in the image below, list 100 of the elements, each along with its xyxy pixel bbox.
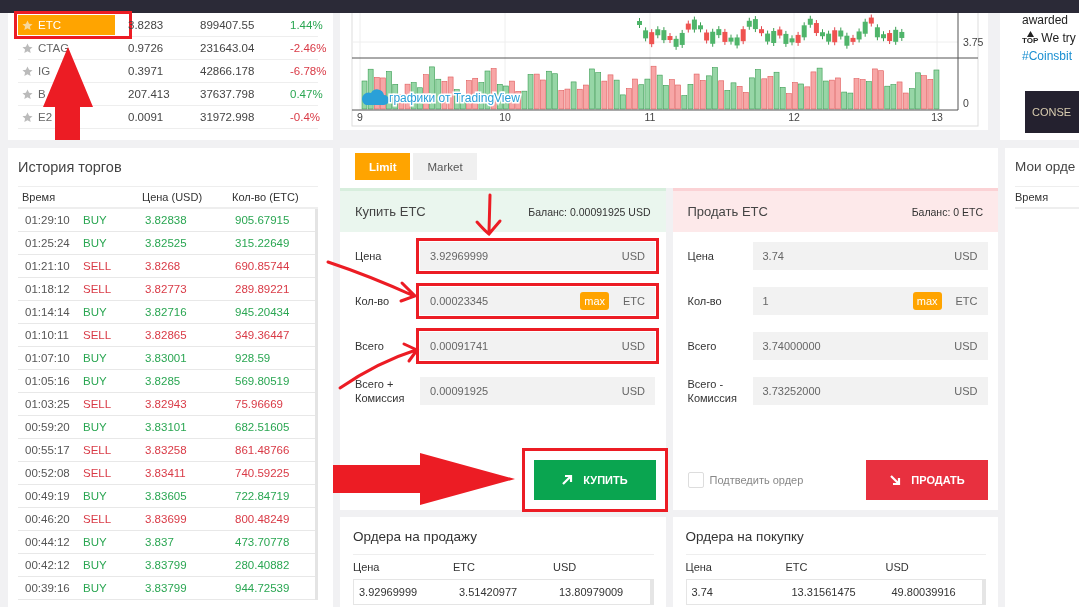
market-volume: 37637.798 (200, 88, 256, 100)
form-title: Купить ETC (355, 204, 426, 219)
trade-price: 3.82773 (145, 283, 188, 295)
field-value: 3.73252000 (762, 385, 822, 397)
axis-label: 11 (644, 111, 656, 123)
trade-time: 00:55:17 (25, 444, 71, 456)
axis-label: 3.75 (963, 36, 984, 48)
buy-button[interactable]: КУПИТЬ (533, 460, 656, 500)
trade-side: SELL (83, 398, 113, 410)
star-icon[interactable] (22, 65, 33, 77)
trade-amount: 682.51605 (235, 421, 291, 433)
star-icon[interactable] (22, 42, 33, 54)
trade-price: 3.82943 (145, 398, 188, 410)
field-label: Всего - Комиссия (687, 377, 738, 405)
star-icon[interactable] (22, 111, 33, 123)
axis-label: 13 (931, 111, 943, 123)
unit-label: ETC (623, 295, 645, 307)
balance-text: Баланс: 0 ETC (911, 205, 983, 218)
trade-time: 00:42:12 (25, 559, 71, 571)
table-cell-text: 49.80039916 (891, 586, 957, 598)
trade-price: 3.83258 (145, 444, 188, 456)
axis-label: 12 (788, 111, 800, 123)
field-value: 0.00091741 (430, 340, 490, 352)
field-label: Кол-во (687, 294, 723, 308)
input-field[interactable]: 3.74000000 USD (752, 332, 988, 360)
column-header: Цена (353, 561, 381, 573)
market-change: 0.47% (290, 88, 324, 100)
market-volume: 899407.55 (200, 19, 256, 31)
unit-label: USD (954, 385, 978, 397)
trade-price: 3.83799 (145, 559, 188, 571)
table-cell-text: 3.74 (691, 586, 714, 598)
market-price: 0.9726 (128, 42, 165, 54)
order-type-tab[interactable]: Market (413, 153, 477, 180)
trade-price: 3.82716 (145, 306, 188, 318)
column-header: ETC (785, 561, 809, 573)
trade-time: 01:03:25 (25, 398, 71, 410)
cloud-icon[interactable] (362, 89, 389, 105)
input-field[interactable]: 3.74 USD (752, 242, 988, 270)
trade-time: 01:07:10 (25, 352, 71, 364)
market-name[interactable]: IG (18, 61, 51, 81)
column-header: Время (1015, 191, 1049, 203)
table-cell-text: 3.92969999 (359, 586, 419, 598)
field-value: 3.74000000 (762, 340, 822, 352)
trade-time: 01:18:12 (25, 283, 71, 295)
market-volume: 31972.998 (200, 111, 256, 123)
sell-button[interactable]: ПРОДАТЬ (866, 460, 988, 500)
market-price: 207.413 (128, 88, 171, 100)
trade-side: BUY (83, 421, 108, 433)
trade-time: 00:46:20 (25, 513, 71, 525)
trade-price: 3.837 (145, 536, 175, 548)
hashtag-link[interactable]: #Coinsbit (1022, 49, 1073, 63)
unit-label: ETC (955, 295, 978, 307)
trade-side: SELL (83, 444, 113, 456)
trade-time: 01:21:10 (25, 260, 71, 272)
input-field[interactable]: 0.00091925 USD (420, 377, 655, 405)
input-field[interactable]: 1 max ETC (752, 287, 988, 315)
field-value: 3.92969999 (430, 250, 490, 262)
checkbox[interactable] (687, 472, 704, 488)
trade-time: 01:14:14 (25, 306, 71, 318)
trade-amount: 289.89221 (235, 283, 291, 295)
trade-time: 01:05:16 (25, 375, 71, 387)
trade-side: BUY (83, 306, 108, 318)
column-header: Кол-во (ETC) (232, 191, 300, 203)
trade-side: BUY (83, 582, 108, 594)
ad-banner[interactable]: CONSE (1025, 91, 1079, 133)
table-cell-text: 13.80979009 (559, 586, 625, 598)
market-change: -2.46% (290, 42, 328, 54)
trade-amount: 861.48766 (235, 444, 291, 456)
input-field[interactable]: 3.73252000 USD (752, 377, 988, 405)
trade-price: 3.82838 (145, 214, 188, 226)
market-name[interactable]: B (18, 84, 46, 104)
input-field[interactable]: 3.92969999 USD (420, 242, 655, 270)
market-name[interactable]: CTAG (18, 38, 70, 58)
unit-label: USD (621, 340, 645, 352)
input-field[interactable]: 0.00023345 max ETC (420, 287, 655, 315)
input-field[interactable]: 0.00091741 USD (420, 332, 655, 360)
market-name[interactable]: E2 (18, 107, 53, 127)
trade-side: BUY (83, 352, 108, 364)
panel-title: Мои орде (1015, 158, 1077, 176)
axis-label: 10 (499, 111, 511, 123)
trade-amount: 722.84719 (235, 490, 291, 502)
field-label: Всего (355, 339, 385, 353)
annotation-arrow (475, 193, 502, 236)
trade-amount: 75.96669 (235, 398, 284, 410)
trade-time: 00:52:08 (25, 467, 71, 479)
trade-price: 3.8268 (145, 260, 182, 272)
trade-side: SELL (83, 260, 113, 272)
trade-time: 00:59:20 (25, 421, 71, 433)
axis-label: 9 (357, 111, 363, 123)
column-header: USD (553, 561, 578, 573)
star-icon[interactable] (22, 19, 33, 31)
unit-label: USD (954, 250, 978, 262)
star-icon[interactable] (22, 88, 33, 100)
field-label: Всего (687, 339, 718, 353)
field-label: Кол-во (355, 294, 391, 308)
field-value: 0.00091925 (430, 385, 490, 397)
trade-time: 00:39:16 (25, 582, 71, 594)
trade-amount: 280.40882 (235, 559, 291, 571)
trade-price: 3.83799 (145, 582, 188, 594)
trade-amount: 944.72539 (235, 582, 291, 594)
